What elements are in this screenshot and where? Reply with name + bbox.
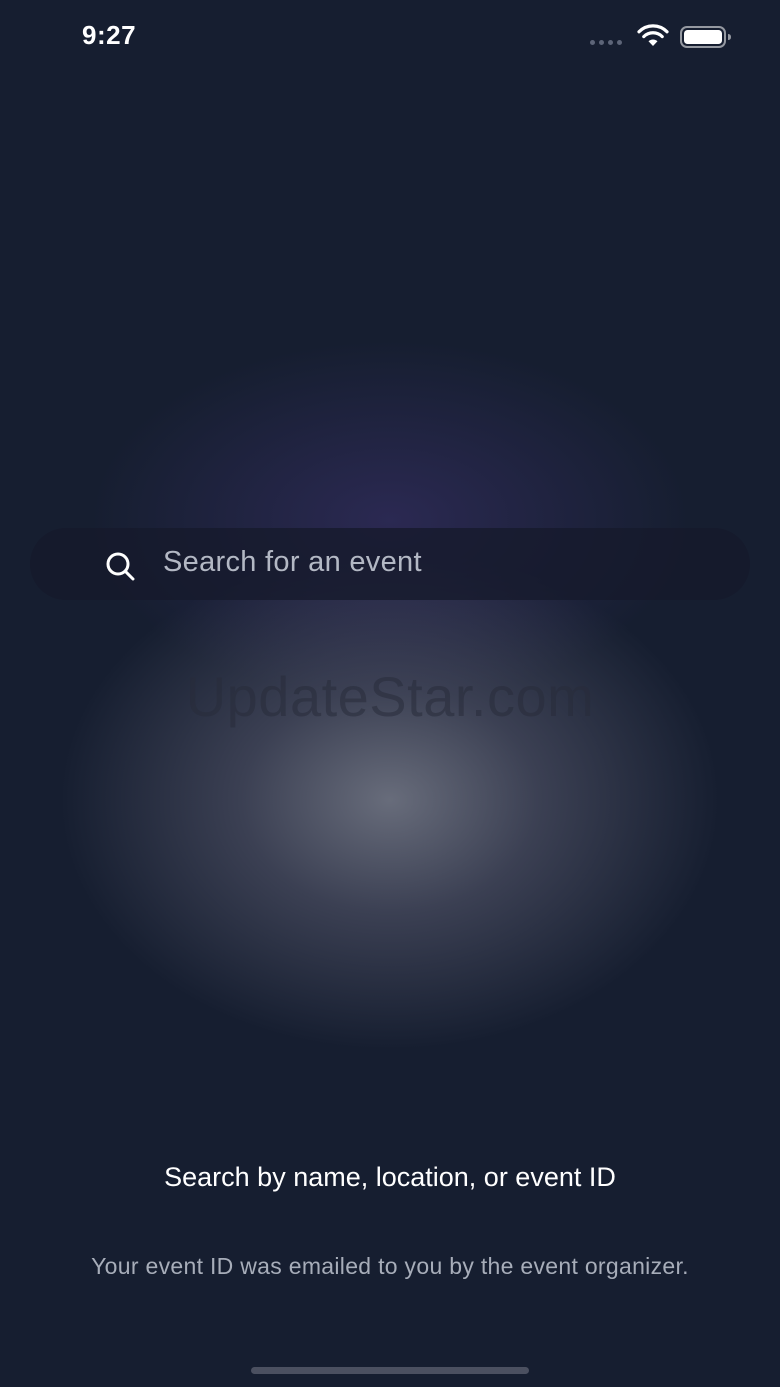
search-input-placeholder[interactable]: Search for an event [163,546,422,579]
status-bar: 9:27 [0,0,780,72]
help-title: Search by name, location, or event ID [164,1162,616,1192]
cellular-signal-icon [590,40,622,45]
battery-icon [680,26,731,48]
search-icon [106,552,135,581]
search-bar[interactable]: Search for an event [30,528,750,600]
watermark: UpdateStar.com [185,665,595,728]
help-subtitle: Your event ID was emailed to you by the … [91,1253,689,1279]
status-time: 9:27 [82,20,137,50]
home-indicator[interactable] [251,1367,529,1374]
wifi-icon [637,24,669,46]
event-search-screen: 9:27 Search for an event UpdateStar.com … [0,0,780,1387]
